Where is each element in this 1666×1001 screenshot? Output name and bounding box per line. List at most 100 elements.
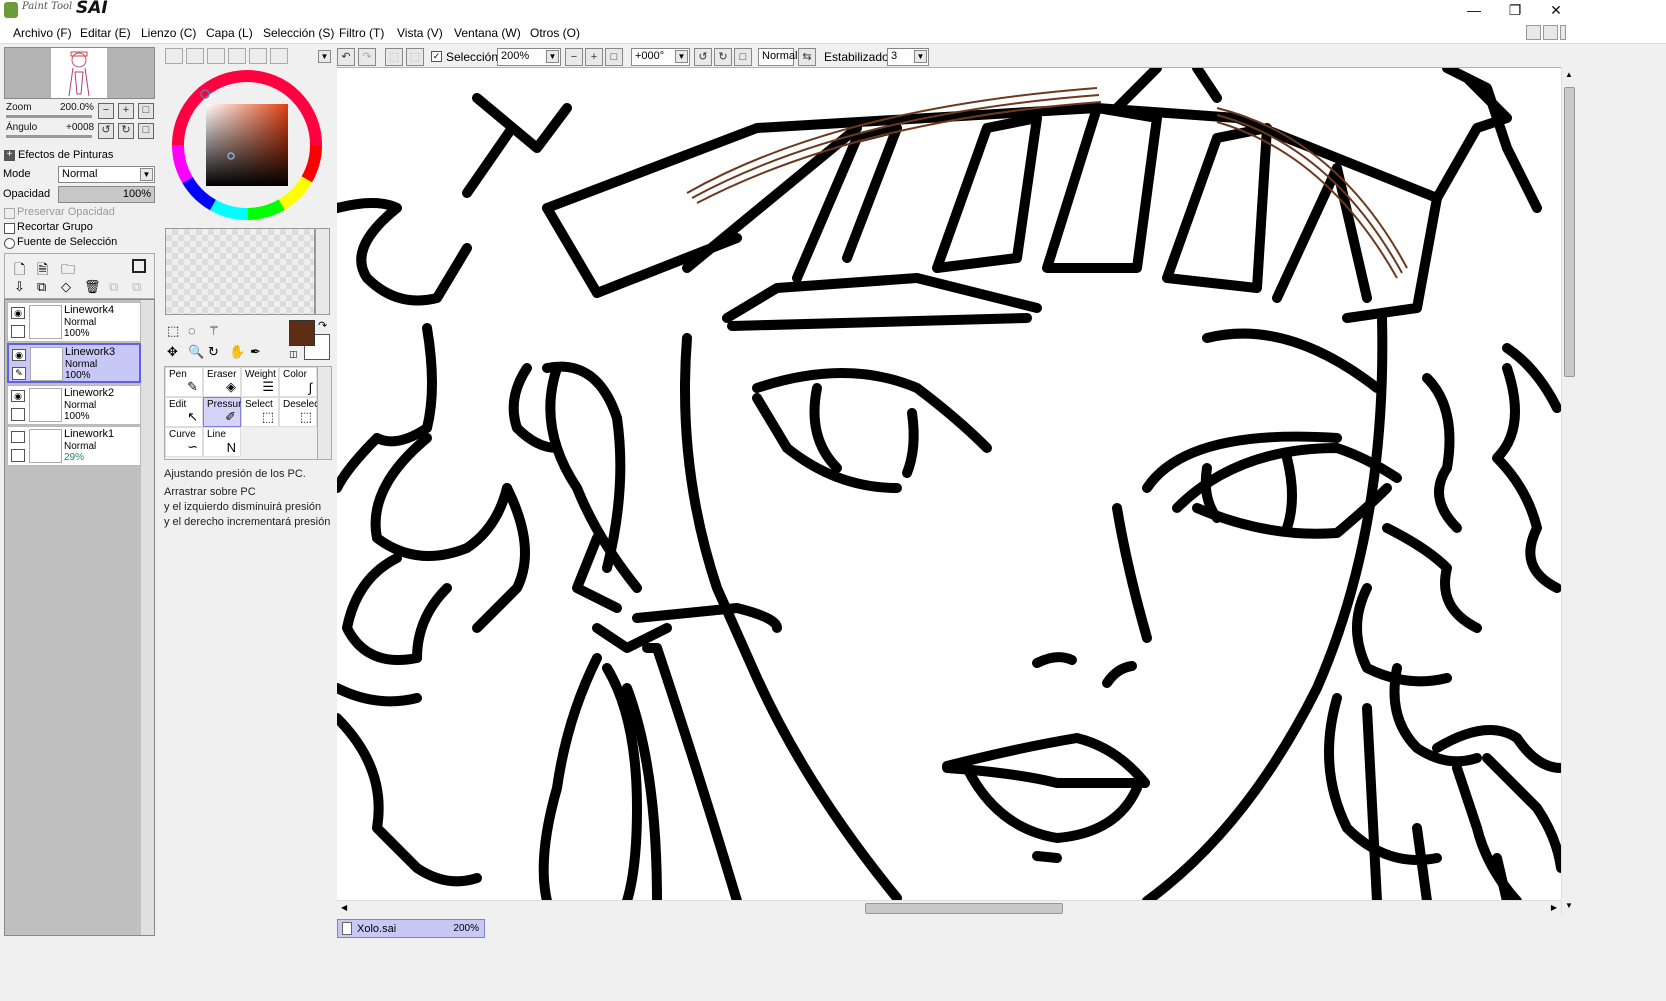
rotate-right-button[interactable]: ↻ bbox=[118, 123, 134, 139]
undo-icon[interactable]: ↶ bbox=[337, 48, 355, 66]
tool-color[interactable]: Color ∫ bbox=[279, 367, 317, 397]
swatches-tab-icon[interactable] bbox=[249, 48, 267, 64]
hsv-slider-tab-icon[interactable] bbox=[207, 48, 225, 64]
swap-colors-icon[interactable]: ↷ bbox=[318, 319, 327, 332]
scroll-right-icon[interactable]: ▶ bbox=[1551, 903, 1557, 912]
rotate-left-button[interactable]: ↺ bbox=[98, 123, 114, 139]
zoom-out-icon[interactable]: − bbox=[565, 48, 583, 66]
blend-mode-display[interactable]: Normal bbox=[758, 48, 797, 66]
color-wheel-panel[interactable] bbox=[165, 66, 332, 224]
mdi-restore-button[interactable] bbox=[1543, 25, 1558, 40]
scroll-left-icon[interactable]: ◀ bbox=[341, 903, 347, 912]
menu-editar[interactable]: Editar (E) bbox=[80, 26, 131, 40]
redo-icon[interactable]: ↷ bbox=[358, 48, 376, 66]
rotate-icon[interactable]: ↻ bbox=[208, 344, 219, 360]
layer-item-linework3[interactable]: ◉ ✎ Linework3 Normal 100% bbox=[7, 343, 141, 383]
lock-slot[interactable] bbox=[11, 325, 25, 338]
eye-icon[interactable]: ◉ bbox=[12, 349, 26, 361]
menu-lienzo[interactable]: Lienzo (C) bbox=[141, 26, 196, 40]
canvas-angle-select[interactable]: +000° ▼ bbox=[631, 48, 690, 66]
invert-selection-icon[interactable]: ⬚ bbox=[406, 48, 424, 66]
selection-source-radio[interactable] bbox=[4, 238, 15, 249]
zoom-slider[interactable] bbox=[6, 115, 92, 118]
lock-slot[interactable] bbox=[11, 449, 25, 462]
mixer-tab-icon[interactable] bbox=[228, 48, 246, 64]
zoom-fit-icon[interactable]: □ bbox=[605, 48, 623, 66]
restore-button[interactable]: ❐ bbox=[1492, 0, 1538, 22]
menu-vista[interactable]: Vista (V) bbox=[397, 26, 443, 40]
tool-weight[interactable]: Weight ☰ bbox=[241, 367, 279, 397]
minimize-button[interactable]: — bbox=[1451, 0, 1497, 22]
rgb-slider-tab-icon[interactable] bbox=[186, 48, 204, 64]
move-icon[interactable]: ✥ bbox=[167, 344, 178, 360]
layer-item-linework4[interactable]: ◉ Linework4 Normal 100% bbox=[7, 302, 141, 342]
scroll-down-icon[interactable]: ▼ bbox=[1565, 901, 1573, 910]
menu-ventana[interactable]: Ventana (W) bbox=[454, 26, 521, 40]
tool-eraser[interactable]: Eraser ◈ bbox=[203, 367, 241, 397]
zoom-out-button[interactable]: − bbox=[98, 103, 114, 119]
navigator-thumbnail[interactable] bbox=[51, 48, 107, 98]
hand-icon[interactable]: ✋ bbox=[229, 344, 245, 360]
horizontal-scroll-thumb[interactable] bbox=[865, 903, 1063, 914]
tool-select[interactable]: Select ⬚ bbox=[241, 397, 279, 427]
menu-capa[interactable]: Capa (L) bbox=[206, 26, 253, 40]
zoom-icon[interactable]: 🔍 bbox=[188, 344, 204, 360]
selection-checkbox[interactable]: ✓ bbox=[431, 51, 442, 62]
flip-horizontal-icon[interactable]: ⇆ bbox=[798, 48, 816, 66]
vertical-scroll-thumb[interactable] bbox=[1564, 87, 1575, 377]
clear-layer-icon[interactable]: ◇ bbox=[61, 279, 71, 295]
tool-curve[interactable]: Curve ∽ bbox=[165, 427, 203, 457]
tool-edit[interactable]: Edit ↖ bbox=[165, 397, 203, 427]
effects-label[interactable]: Efectos de Pinturas bbox=[18, 149, 113, 161]
magic-wand-icon[interactable]: ⚚ bbox=[208, 323, 220, 339]
lasso-icon[interactable]: ◌ bbox=[188, 323, 196, 338]
clip-group-checkbox[interactable] bbox=[4, 223, 15, 234]
opacity-slider[interactable]: 100% bbox=[58, 186, 155, 203]
expand-plus-icon[interactable]: + bbox=[4, 150, 15, 161]
tool-line[interactable]: Line N bbox=[203, 427, 241, 457]
rotate-reset-button[interactable]: □ bbox=[138, 123, 154, 139]
mdi-minimize-button[interactable] bbox=[1526, 25, 1541, 40]
delete-layer-icon[interactable]: 🗑 bbox=[84, 279, 101, 295]
tool-pressure[interactable]: Pressure ✐ bbox=[203, 397, 247, 427]
transfer-down-icon[interactable]: ⇩ bbox=[14, 279, 25, 295]
zoom-reset-button[interactable]: □ bbox=[138, 103, 154, 119]
drawing-canvas[interactable] bbox=[337, 67, 1561, 900]
mdi-close-button[interactable] bbox=[1560, 25, 1566, 40]
panel-menu-chevron-icon[interactable]: ▼ bbox=[318, 50, 331, 63]
canvas-vertical-scrollbar[interactable]: ▲ ▼ bbox=[1561, 67, 1576, 915]
scratchpad[interactable] bbox=[165, 228, 315, 315]
scratchpad-scrollbar[interactable] bbox=[315, 228, 330, 315]
preserve-opacity-checkbox[interactable] bbox=[4, 208, 15, 219]
primary-color-swatch[interactable] bbox=[289, 320, 315, 346]
canvas-horizontal-scrollbar[interactable]: ◀ ▶ bbox=[337, 900, 1561, 915]
angle-slider[interactable] bbox=[6, 135, 92, 138]
tool-grid-scrollbar[interactable] bbox=[317, 366, 332, 460]
marquee-icon[interactable]: ⬚ bbox=[167, 323, 179, 339]
zoom-in-icon[interactable]: + bbox=[585, 48, 603, 66]
copy-mask-icon[interactable]: ⧉ bbox=[132, 279, 141, 295]
layer-item-linework2[interactable]: ◉ Linework2 Normal 100% bbox=[7, 385, 141, 425]
eyedropper-icon[interactable]: ✒ bbox=[250, 344, 261, 360]
reset-colors-icon[interactable]: ◫ bbox=[289, 349, 298, 360]
eye-icon[interactable]: ◉ bbox=[11, 307, 25, 319]
menu-otros[interactable]: Otros (O) bbox=[530, 26, 580, 40]
scroll-up-icon[interactable]: ▲ bbox=[1565, 70, 1573, 79]
pen-edit-icon[interactable]: ✎ bbox=[12, 367, 26, 380]
rotate-ccw-icon[interactable]: ↺ bbox=[694, 48, 712, 66]
rotate-cw-icon[interactable]: ↻ bbox=[714, 48, 732, 66]
canvas-zoom-select[interactable]: 200% ▼ bbox=[497, 48, 561, 66]
lock-slot[interactable] bbox=[11, 408, 25, 421]
blend-mode-select[interactable]: Normal ▼ bbox=[58, 166, 155, 183]
color-wheel-tab-icon[interactable] bbox=[165, 48, 183, 64]
tool-pen[interactable]: Pen ✎ bbox=[165, 367, 203, 397]
merge-down-icon[interactable]: ⧉ bbox=[37, 279, 46, 295]
zoom-in-button[interactable]: + bbox=[118, 103, 134, 119]
layer-mask-icon[interactable] bbox=[132, 259, 146, 273]
layer-scrollbar[interactable] bbox=[141, 300, 154, 935]
visibility-toggle[interactable] bbox=[11, 431, 25, 443]
rotate-reset-icon[interactable]: □ bbox=[734, 48, 752, 66]
eye-icon[interactable]: ◉ bbox=[11, 390, 25, 402]
stabilizer-select[interactable]: 3 ▼ bbox=[887, 48, 929, 66]
deselect-canvas-icon[interactable]: ⬚ bbox=[385, 48, 403, 66]
